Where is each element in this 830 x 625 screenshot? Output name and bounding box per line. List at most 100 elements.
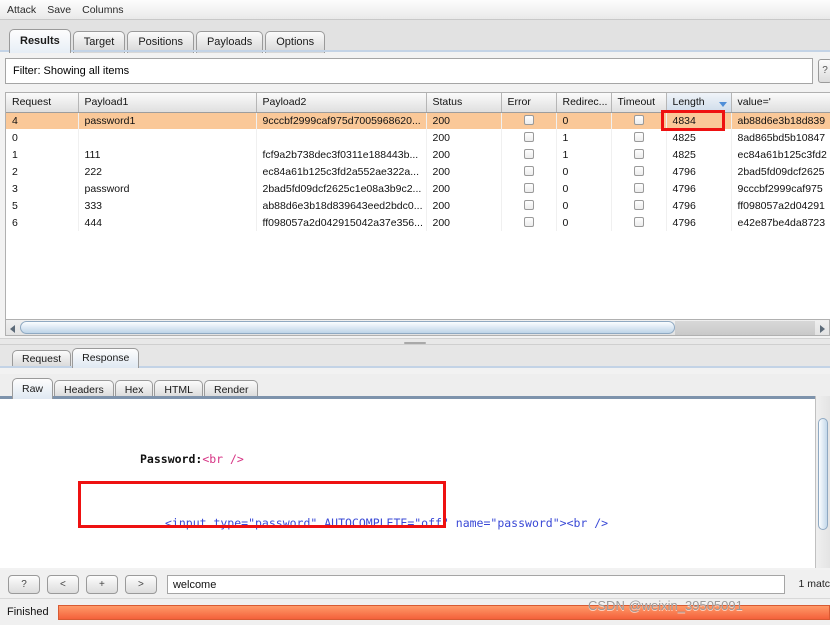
menu-item-save[interactable]: Save — [47, 4, 71, 16]
cell-timeout-2[interactable] — [611, 146, 667, 163]
search-next-button[interactable]: > — [124, 574, 157, 594]
cell-value-3: 2bad5fd09dcf2625 — [731, 163, 830, 180]
column-header-error[interactable]: Error — [501, 93, 557, 113]
cell-payload2-4: 2bad5fd09dcf2625c1e08a3b9c2... — [256, 180, 427, 197]
results-table-container[interactable]: Request Payload1 Payload2 Status Error R… — [5, 92, 830, 320]
cell-redirect-6: 0 — [556, 214, 612, 231]
column-header-timeout[interactable]: Timeout — [611, 93, 667, 113]
filter-label: Filter: Showing all items — [13, 65, 130, 77]
cell-error-2[interactable] — [501, 146, 557, 163]
panel-splitter[interactable] — [0, 338, 830, 345]
cell-status-1: 200 — [426, 129, 502, 146]
scroll-left-icon[interactable] — [6, 321, 20, 335]
cell-status-5: 200 — [426, 197, 502, 214]
cell-redirect-1: 1 — [556, 129, 612, 146]
checkbox-icon[interactable] — [523, 216, 534, 227]
vscroll-thumb[interactable] — [818, 418, 828, 530]
menu-bar: Attack Save Columns — [0, 0, 830, 20]
results-horizontal-scrollbar[interactable] — [5, 320, 830, 336]
progress-bar — [57, 604, 830, 620]
sort-descending-icon — [718, 102, 727, 108]
table-row[interactable]: 5 333 ab88d6e3b18d839643eed2bdc0... 200 0 479… — [6, 197, 830, 214]
cell-payload1-0: password1 — [78, 112, 257, 129]
cell-error-6[interactable] — [501, 214, 557, 231]
search-prev-button[interactable]: < — [46, 574, 79, 594]
cell-length-4: 4796 — [666, 180, 732, 197]
hscroll-thumb[interactable] — [20, 321, 675, 334]
checkbox-icon[interactable] — [523, 114, 534, 125]
menu-item-columns[interactable]: Columns — [82, 4, 123, 16]
cell-value-0: ab88d6e3b18d839 — [731, 112, 830, 129]
tab-underline — [0, 50, 830, 52]
search-input[interactable]: welcome — [166, 574, 785, 594]
checkbox-icon[interactable] — [633, 199, 644, 210]
cell-payload1-2: 111 — [78, 146, 257, 163]
checkbox-icon[interactable] — [523, 182, 534, 193]
code-line-password-label: Password:<br /> — [0, 451, 812, 467]
cell-timeout-4[interactable] — [611, 180, 667, 197]
message-tab-strip: Request Response — [0, 345, 830, 368]
search-help-button[interactable]: ? — [8, 574, 40, 594]
table-row[interactable]: 2 222 ec84a61b125c3fd2a552ae322a... 200 0 479… — [6, 163, 830, 180]
column-header-redirect[interactable]: Redirec... — [556, 93, 612, 113]
cell-timeout-3[interactable] — [611, 163, 667, 180]
cell-status-4: 200 — [426, 180, 502, 197]
table-row[interactable]: 0 200 1 4825 8ad865bd5b10847 — [6, 129, 830, 146]
checkbox-icon[interactable] — [633, 114, 644, 125]
checkbox-icon[interactable] — [523, 165, 534, 176]
cell-payload2-5: ab88d6e3b18d839643eed2bdc0... — [256, 197, 427, 214]
column-header-request[interactable]: Request — [6, 93, 79, 113]
code-tag-br1: <br /> — [202, 452, 244, 466]
cell-payload2-3: ec84a61b125c3fd2a552ae322a... — [256, 163, 427, 180]
checkbox-icon[interactable] — [523, 148, 534, 159]
checkbox-icon[interactable] — [633, 148, 644, 159]
checkbox-icon[interactable] — [523, 199, 534, 210]
response-body-viewer[interactable]: Password:<br /> <input type="password" A… — [0, 396, 830, 568]
table-row[interactable]: 3 password 2bad5fd09dcf2625c1e08a3b9c2... 2… — [6, 180, 830, 197]
column-header-length[interactable]: Length — [666, 93, 732, 113]
hscroll-track[interactable] — [675, 320, 815, 335]
cell-length-0: 4834 — [666, 112, 732, 129]
cell-error-5[interactable] — [501, 197, 557, 214]
scroll-right-icon[interactable] — [815, 321, 829, 335]
cell-error-4[interactable] — [501, 180, 557, 197]
code-input-password: <input type="password" AUTOCOMPLETE="off… — [165, 516, 609, 530]
column-header-status[interactable]: Status — [426, 93, 502, 113]
view-tab-strip: Raw Headers Hex HTML Render — [0, 374, 830, 399]
checkbox-icon[interactable] — [523, 131, 534, 142]
cell-timeout-1[interactable] — [611, 129, 667, 146]
status-label: Finished — [7, 606, 49, 618]
checkbox-icon[interactable] — [633, 216, 644, 227]
filter-help-button[interactable]: ? — [818, 59, 830, 83]
search-add-button[interactable]: + — [85, 574, 118, 594]
table-row[interactable]: 6 444 ff098057a2d042915042a37e356... 200 0 47… — [6, 214, 830, 231]
tab-response[interactable]: Response — [72, 348, 140, 368]
cell-error-3[interactable] — [501, 163, 557, 180]
column-header-payload1[interactable]: Payload1 — [78, 93, 257, 113]
filter-bar[interactable]: Filter: Showing all items — [5, 58, 813, 84]
cell-timeout-6[interactable] — [611, 214, 667, 231]
cell-timeout-0[interactable] — [611, 112, 667, 129]
cell-redirect-0: 0 — [556, 112, 612, 129]
cell-error-0[interactable] — [501, 112, 557, 129]
results-table: Request Payload1 Payload2 Status Error R… — [6, 93, 830, 231]
cell-value-4: 9cccbf2999caf975 — [731, 180, 830, 197]
checkbox-icon[interactable] — [633, 182, 644, 193]
cell-request-5: 5 — [6, 197, 79, 214]
cell-payload1-6: 444 — [78, 214, 257, 231]
tab-results[interactable]: Results — [9, 29, 71, 53]
cell-timeout-5[interactable] — [611, 197, 667, 214]
checkbox-icon[interactable] — [633, 165, 644, 176]
cell-error-1[interactable] — [501, 129, 557, 146]
menu-item-attack[interactable]: Attack — [7, 4, 36, 16]
code-line-input-password: <input type="password" AUTOCOMPLETE="off… — [0, 515, 812, 531]
cell-redirect-5: 0 — [556, 197, 612, 214]
response-vertical-scrollbar[interactable] — [815, 396, 830, 568]
column-header-value[interactable]: value=' — [731, 93, 830, 113]
table-row[interactable]: 4 password1 9cccbf2999caf975d7005968620...… — [6, 112, 830, 129]
column-header-payload2[interactable]: Payload2 — [256, 93, 427, 113]
tab-raw[interactable]: Raw — [12, 378, 54, 399]
cell-length-1: 4825 — [666, 129, 732, 146]
checkbox-icon[interactable] — [633, 131, 644, 142]
table-row[interactable]: 1 111 fcf9a2b738dec3f0311e188443b... 200 1 48… — [6, 146, 830, 163]
